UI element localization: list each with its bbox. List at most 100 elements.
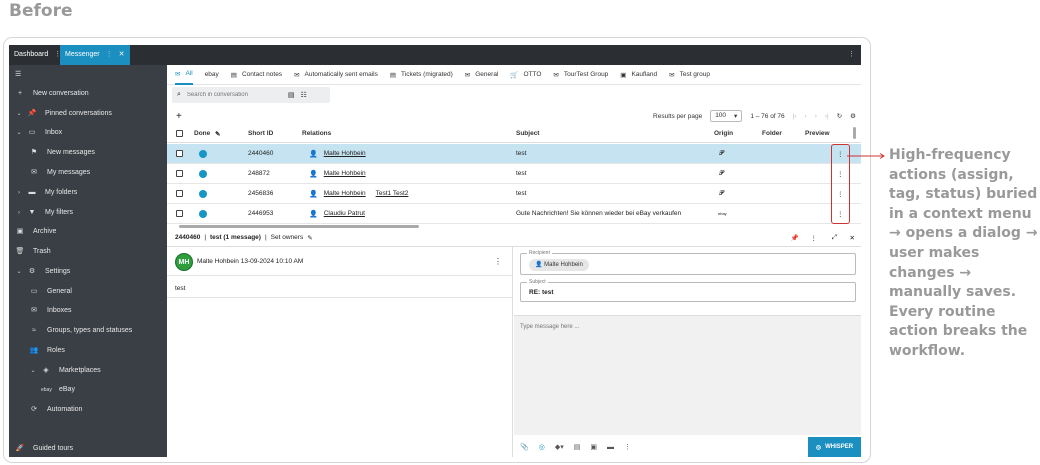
row-checkbox[interactable] — [176, 204, 183, 223]
vertical-scrollbar[interactable] — [853, 127, 856, 139]
status-dot[interactable] — [199, 204, 207, 223]
table-row[interactable]: 2446953 👤 Claudiu Patrut Gute Nachrichten… — [167, 204, 861, 224]
table-row[interactable]: 248872 👤 Malte Hohbein test 𝓟 ⋮ — [167, 164, 861, 184]
status-dot[interactable] — [199, 144, 207, 163]
hide-icon[interactable]: ◎ — [539, 443, 545, 451]
pin-icon[interactable]: 📌 — [791, 234, 799, 242]
row-menu-icon[interactable]: ⋮ — [837, 164, 844, 183]
chevron-down-icon[interactable]: ⌄ — [15, 106, 23, 122]
relation-link[interactable]: Malte Hohbein — [324, 150, 366, 157]
tab-general[interactable]: ✉ General — [465, 71, 499, 79]
table-row[interactable]: 2440460 👤 Malte Hohbein test 𝓟 ⋮ — [167, 144, 861, 164]
col-origin[interactable]: Origin — [714, 125, 733, 142]
row-menu-icon[interactable]: ⋮ — [837, 204, 844, 223]
gear-icon[interactable]: ⚙ — [850, 112, 856, 120]
select-all-checkbox[interactable] — [176, 125, 183, 142]
col-relations[interactable]: Relations — [302, 125, 331, 142]
tab-auto-sent[interactable]: ✉ Automatically sent emails — [294, 71, 378, 79]
last-page-icon[interactable]: ›| — [825, 113, 829, 120]
add-icon[interactable]: + — [176, 111, 182, 122]
row-checkbox[interactable] — [176, 144, 183, 163]
tab-tickets[interactable]: ▤ Tickets (migrated) — [390, 71, 453, 79]
sidebar-item-settings[interactable]: ⌄ ⚙ Settings — [15, 264, 70, 280]
pencil-icon[interactable]: ✎ — [215, 125, 220, 142]
table-row[interactable]: 2456836 👤 Malte Hohbein Test1 Test2 test 𝓟… — [167, 184, 861, 204]
notes-icon[interactable]: ▤ — [288, 91, 295, 99]
sidebar-item-pinned[interactable]: ⌄ 📌 Pinned conversations — [15, 106, 111, 122]
relation-link[interactable]: Malte Hohbein — [324, 190, 366, 197]
row-menu-icon[interactable]: ⋮ — [837, 144, 844, 163]
relation-link[interactable]: Malte Hohbein — [324, 170, 366, 177]
tag-icon[interactable]: ◆▾ — [555, 443, 564, 451]
pencil-icon[interactable]: ✎ — [307, 234, 312, 242]
window-menu-icon[interactable]: ⋮ — [848, 45, 855, 65]
chevron-down-icon[interactable]: ⌄ — [15, 264, 23, 280]
next-page-icon[interactable]: › — [815, 113, 817, 120]
chevron-down-icon[interactable]: ⌄ — [29, 363, 37, 379]
set-owners[interactable]: Set owners — [271, 234, 304, 241]
relation-link[interactable]: Test1 Test2 — [376, 190, 409, 197]
tab-all[interactable]: ✉ All — [175, 65, 193, 85]
sidebar-item-my-messages[interactable]: ✉ My messages — [29, 165, 90, 181]
chevron-right-icon[interactable]: › — [15, 205, 23, 221]
row-checkbox[interactable] — [176, 164, 183, 183]
tab-otto[interactable]: 🛒 OTTO — [510, 71, 541, 79]
sidebar-item-ebay[interactable]: ebay eBay — [41, 382, 75, 398]
sidebar-item-new-conversation[interactable]: + New conversation — [15, 86, 89, 102]
tab-kaufland[interactable]: ▣ Kaufland — [620, 71, 657, 79]
recipient-chip[interactable]: 👤 Malte Hohbein — [529, 259, 589, 271]
sidebar-item-marketplaces[interactable]: ⌄ ◈ Marketplaces — [29, 363, 100, 379]
col-folder[interactable]: Folder — [762, 125, 782, 142]
col-subject[interactable]: Subject — [516, 125, 539, 142]
document-icon[interactable]: ▤ — [574, 443, 581, 451]
sidebar-item-general[interactable]: ▭ General — [29, 284, 72, 300]
expand-icon[interactable]: ⤢ — [832, 234, 837, 242]
template-icon[interactable]: ▣ — [590, 443, 597, 451]
message-menu-icon[interactable]: ⋮ — [494, 257, 502, 266]
per-page-select[interactable]: 100 ▾ — [710, 110, 743, 122]
refresh-icon[interactable]: ↻ — [837, 112, 842, 120]
sidebar-item-new-messages[interactable]: ⚑ New messages — [29, 145, 95, 161]
row-checkbox[interactable] — [176, 184, 183, 203]
more-icon[interactable]: ⋮ — [106, 45, 113, 65]
sidebar-item-inboxes[interactable]: ✉ Inboxes — [29, 303, 71, 319]
col-done[interactable]: Done — [194, 125, 210, 142]
sidebar-item-automation[interactable]: ⟳ Automation — [29, 402, 82, 418]
filter-settings-icon[interactable]: ☷ — [301, 91, 307, 99]
chevron-down-icon[interactable]: ⌄ — [15, 125, 23, 141]
tab-ebay[interactable]: ebay — [205, 71, 219, 78]
close-icon[interactable]: ✕ — [119, 45, 125, 65]
status-dot[interactable] — [199, 184, 207, 203]
more-icon[interactable]: ⋮ — [811, 234, 818, 242]
prev-page-icon[interactable]: ‹ — [805, 113, 807, 120]
search-input[interactable] — [186, 92, 282, 98]
more-icon[interactable]: ⋮ — [624, 443, 631, 451]
recipient-field[interactable]: Recipient 👤 Malte Hohbein — [520, 250, 856, 275]
sidebar-item-trash[interactable]: 🗑 Trash — [15, 244, 51, 260]
status-dot[interactable] — [199, 164, 207, 183]
hamburger-icon[interactable]: ☰ — [15, 67, 21, 83]
chevron-right-icon[interactable]: › — [15, 185, 23, 201]
sidebar-item-archive[interactable]: ▣ Archive — [15, 224, 57, 240]
row-menu-icon[interactable]: ⋮ — [837, 184, 844, 203]
sidebar-item-inbox[interactable]: ⌄ ▭ Inbox — [15, 125, 62, 141]
tab-test-group[interactable]: ✉ Test group — [669, 71, 710, 79]
tab-tourtest[interactable]: ✉ TourTest Group — [553, 71, 608, 79]
sidebar-item-my-folders[interactable]: › ▬ My folders — [15, 185, 77, 201]
tab-dashboard[interactable]: Dashboard ⋮ — [9, 45, 66, 65]
attach-icon[interactable]: 📎 — [520, 443, 529, 451]
sidebar-item-roles[interactable]: 👥 Roles — [29, 343, 65, 359]
col-preview[interactable]: Preview — [805, 125, 830, 142]
col-short-id[interactable]: Short ID — [248, 125, 273, 142]
close-icon[interactable]: ✕ — [850, 234, 855, 242]
sidebar-item-groups[interactable]: ≈ Groups, types and statuses — [29, 323, 132, 339]
tab-contact-notes[interactable]: ▤ Contact notes — [231, 71, 282, 79]
subject-field[interactable]: Subject RE: test — [520, 279, 856, 302]
horizontal-scrollbar[interactable] — [179, 225, 419, 228]
message-input[interactable] — [514, 316, 861, 435]
guided-tours[interactable]: 🚀 Guided tours — [15, 441, 73, 457]
sidebar-item-my-filters[interactable]: › ▼ My filters — [15, 205, 73, 221]
whisper-button[interactable]: ◎ WHISPER — [808, 437, 861, 457]
tab-messenger[interactable]: Messenger ⋮ ✕ — [60, 45, 130, 65]
relation-link[interactable]: Claudiu Patrut — [324, 210, 365, 217]
